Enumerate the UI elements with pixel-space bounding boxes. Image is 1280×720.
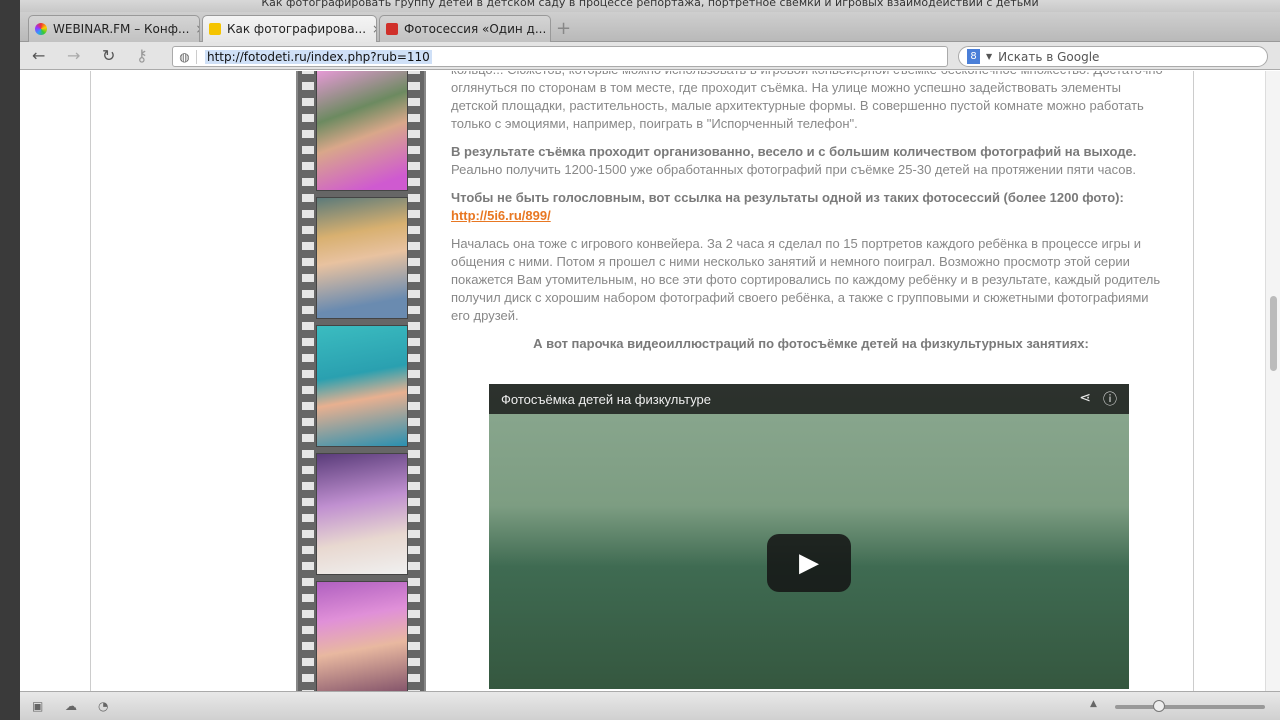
paragraph: Чтобы не быть голословным, вот ссылка на… [451, 189, 1171, 225]
close-tab-icon[interactable]: × [372, 22, 376, 36]
close-tab-icon[interactable]: × [195, 22, 199, 36]
filmstrip-image [296, 71, 426, 691]
tab-label: Как фотографирова... [227, 22, 367, 36]
scrollbar-thumb[interactable] [1270, 296, 1277, 371]
browser-window: Как фотографировать группу детей в детск… [20, 0, 1280, 720]
zoom-slider[interactable] [1115, 700, 1265, 712]
url-text[interactable]: http://fotodeti.ru/index.php?rub=110 [205, 49, 432, 64]
search-input[interactable]: 8 ▼ Искать в Google [958, 46, 1268, 67]
play-icon: ▶ [799, 548, 819, 578]
search-placeholder: Искать в Google [998, 49, 1100, 64]
tab-webinar[interactable]: WEBINAR.FM – Конф... × [28, 15, 200, 42]
article-text: кольцо... Сюжетов, которые можно использ… [451, 71, 1171, 363]
page-content: кольцо... Сюжетов, которые можно использ… [20, 71, 1265, 691]
paragraph: Началась она тоже с игрового конвейера. … [451, 236, 1161, 323]
youtube-video-player[interactable]: Фотосъёмка детей на физкультуре ⋖ ⓘ ▶ [489, 384, 1129, 689]
navigation-toolbar: ← → ↻ ⚷ ◍ http://fotodeti.ru/index.php?ru… [20, 42, 1280, 70]
child-photo [316, 453, 408, 575]
child-photo [316, 581, 408, 691]
play-button[interactable]: ▶ [767, 534, 851, 592]
video-title[interactable]: Фотосъёмка детей на физкультуре [501, 392, 711, 407]
share-icon[interactable]: ⋖ [1079, 389, 1091, 409]
panel-toggle-icon[interactable]: ▣ [32, 699, 43, 713]
bold-text: Чтобы не быть голословным, вот ссылка на… [451, 190, 1124, 205]
status-bar: ▣ ☁ ◔ ▲ [20, 691, 1280, 720]
favicon-icon [386, 23, 398, 35]
key-icon[interactable]: ⚷ [136, 47, 148, 65]
favicon-icon [35, 23, 47, 35]
window-title: Как фотографировать группу детей в детск… [20, 0, 1280, 12]
dropdown-icon[interactable]: ▼ [986, 52, 992, 61]
new-tab-button[interactable]: + [556, 18, 571, 39]
reload-button[interactable]: ↻ [102, 47, 115, 65]
tab-label: WEBINAR.FM – Конф... [53, 22, 190, 36]
tab-photosession[interactable]: Фотосессия «Один д...× [379, 15, 551, 42]
bold-text: В результате съёмка проходит организован… [451, 144, 1137, 159]
child-photo [316, 71, 408, 191]
page-column: кольцо... Сюжетов, которые можно использ… [90, 71, 1194, 691]
tab-label: Фотосессия «Один д... [404, 22, 547, 36]
tab-fotodeti[interactable]: Как фотографирова... × [202, 15, 377, 42]
address-bar[interactable]: ◍ http://fotodeti.ru/index.php?rub=110 [172, 46, 948, 67]
photosession-link[interactable]: http://5i6.ru/899/ [451, 208, 551, 223]
speed-dial-icon[interactable]: ◔ [98, 699, 108, 713]
forward-button[interactable]: → [67, 47, 80, 65]
zoom-out-icon[interactable]: ▲ [1090, 699, 1097, 709]
cloud-icon[interactable]: ☁ [65, 699, 77, 713]
back-button[interactable]: ← [32, 47, 45, 65]
google-icon: 8 [967, 49, 980, 64]
child-photo [316, 197, 408, 319]
info-icon[interactable]: ⓘ [1103, 389, 1117, 409]
zoom-slider-knob[interactable] [1153, 700, 1165, 712]
globe-icon: ◍ [173, 49, 197, 64]
video-intro: А вот парочка видеоиллюстраций по фотосъ… [533, 336, 1089, 351]
text: Реально получить 1200-1500 уже обработан… [451, 162, 1136, 177]
paragraph: кольцо... Сюжетов, которые можно использ… [451, 71, 1163, 131]
child-photo [316, 325, 408, 447]
video-title-bar: Фотосъёмка детей на физкультуре ⋖ ⓘ [489, 384, 1129, 414]
vertical-scrollbar[interactable] [1265, 71, 1280, 691]
favicon-icon [209, 23, 221, 35]
paragraph: В результате съёмка проходит организован… [451, 143, 1171, 179]
tab-bar: WEBINAR.FM – Конф... × Как фотографирова.… [20, 12, 1280, 42]
